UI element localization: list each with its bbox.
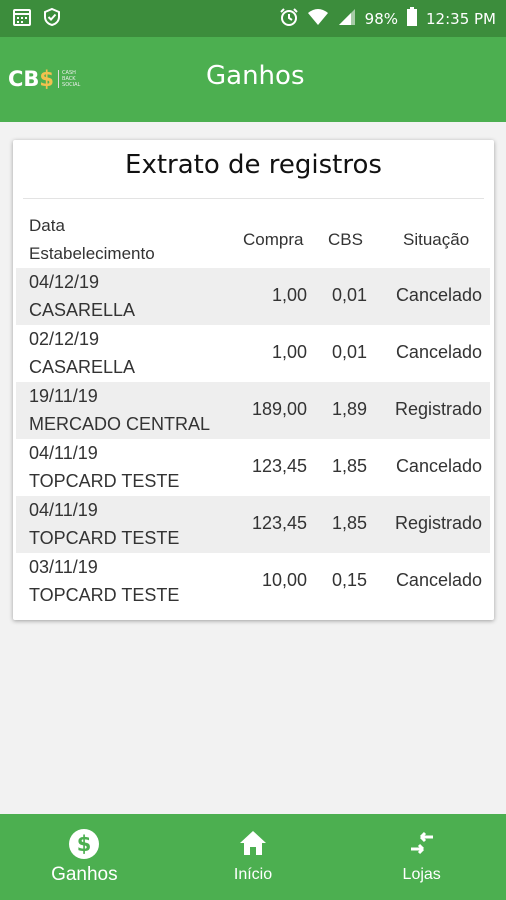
page-title: Ganhos bbox=[206, 61, 305, 91]
header-compra: Compra bbox=[243, 230, 304, 249]
row-compra: 189,00 bbox=[251, 399, 307, 419]
row-situacao: Registrado bbox=[394, 399, 482, 419]
dollar-icon: $ bbox=[68, 828, 100, 864]
row-compra: 1,00 bbox=[271, 285, 307, 305]
nav-label-ganhos: Ganhos bbox=[51, 864, 118, 885]
row-store: CASARELLA bbox=[29, 357, 136, 377]
row-situacao: Cancelado bbox=[395, 342, 482, 362]
row-cbs: 1,89 bbox=[331, 399, 367, 419]
battery-text: 98% bbox=[364, 9, 399, 28]
row-situacao: Cancelado bbox=[395, 285, 482, 305]
table-row[interactable]: 04/11/19 TOPCARD TESTE 123,45 1,85 Regis… bbox=[16, 496, 490, 553]
row-compra: 10,00 bbox=[261, 570, 307, 590]
row-cbs: 1,85 bbox=[331, 456, 367, 476]
row-store: TOPCARD TESTE bbox=[29, 528, 180, 548]
row-situacao: Registrado bbox=[394, 513, 482, 533]
wifi-icon bbox=[307, 8, 329, 30]
signal-icon bbox=[337, 8, 357, 30]
nav-label-lojas: Lojas bbox=[402, 866, 441, 883]
card-title: Extrato de registros bbox=[125, 150, 382, 180]
row-date: 04/12/19 bbox=[29, 272, 100, 292]
row-cbs: 0,01 bbox=[331, 342, 367, 362]
statement-table: 04/12/19 CASARELLA 1,00 0,01 Cancelado 0… bbox=[13, 268, 494, 610]
row-date: 19/11/19 bbox=[29, 386, 98, 406]
swap-arrows-icon bbox=[407, 828, 437, 862]
table-header: Data Estabelecimento Compra CBS Situação bbox=[13, 212, 494, 268]
table-row[interactable]: 19/11/19 MERCADO CENTRAL 189,00 1,89 Reg… bbox=[16, 382, 490, 439]
header-situacao: Situação bbox=[403, 230, 470, 249]
header-cbs: CBS bbox=[328, 230, 363, 249]
battery-icon bbox=[406, 6, 418, 31]
row-store: TOPCARD TESTE bbox=[29, 585, 180, 605]
status-bar: 98% 12:35 PM bbox=[0, 0, 506, 37]
table-row[interactable]: 04/11/19 TOPCARD TESTE 123,45 1,85 Cance… bbox=[16, 439, 490, 496]
app-bar: CB $ CASH BACK SOCIAL Ganhos bbox=[0, 37, 506, 122]
nav-item-lojas[interactable]: Lojas bbox=[337, 814, 506, 900]
header-store: Estabelecimento bbox=[29, 244, 155, 263]
bottom-nav: $ Ganhos Início Lojas bbox=[0, 814, 506, 900]
nav-item-ganhos[interactable]: $ Ganhos bbox=[0, 814, 169, 900]
app-logo: CB $ CASH BACK SOCIAL bbox=[8, 67, 81, 91]
row-situacao: Cancelado bbox=[395, 570, 482, 590]
alarm-icon bbox=[279, 7, 299, 31]
calendar-icon bbox=[12, 7, 32, 31]
nav-item-inicio[interactable]: Início bbox=[169, 814, 338, 900]
row-cbs: 0,01 bbox=[331, 285, 367, 305]
row-date: 03/11/19 bbox=[29, 557, 98, 577]
svg-text:$: $ bbox=[77, 832, 92, 856]
row-compra: 123,45 bbox=[251, 513, 307, 533]
row-date: 04/11/19 bbox=[29, 500, 98, 520]
nav-label-inicio: Início bbox=[233, 866, 273, 883]
table-row[interactable]: 02/12/19 CASARELLA 1,00 0,01 Cancelado bbox=[16, 325, 490, 382]
table-row[interactable]: 04/12/19 CASARELLA 1,00 0,01 Cancelado bbox=[16, 268, 490, 325]
row-date: 02/12/19 bbox=[29, 329, 100, 349]
header-date: Data bbox=[29, 216, 65, 235]
table-row[interactable]: 03/11/19 TOPCARD TESTE 10,00 0,15 Cancel… bbox=[16, 553, 490, 610]
row-store: MERCADO CENTRAL bbox=[29, 414, 211, 434]
row-compra: 123,45 bbox=[251, 456, 307, 476]
row-cbs: 1,85 bbox=[331, 513, 367, 533]
row-compra: 1,00 bbox=[271, 342, 307, 362]
home-icon bbox=[238, 828, 268, 862]
statement-card: Extrato de registros Data Estabeleciment… bbox=[13, 140, 494, 620]
divider bbox=[23, 198, 484, 199]
shield-icon bbox=[42, 7, 62, 31]
row-store: CASARELLA bbox=[29, 300, 136, 320]
row-situacao: Cancelado bbox=[395, 456, 482, 476]
row-cbs: 0,15 bbox=[331, 570, 367, 590]
row-date: 04/11/19 bbox=[29, 443, 98, 463]
row-store: TOPCARD TESTE bbox=[29, 471, 180, 491]
clock-text: 12:35 PM bbox=[426, 9, 496, 28]
